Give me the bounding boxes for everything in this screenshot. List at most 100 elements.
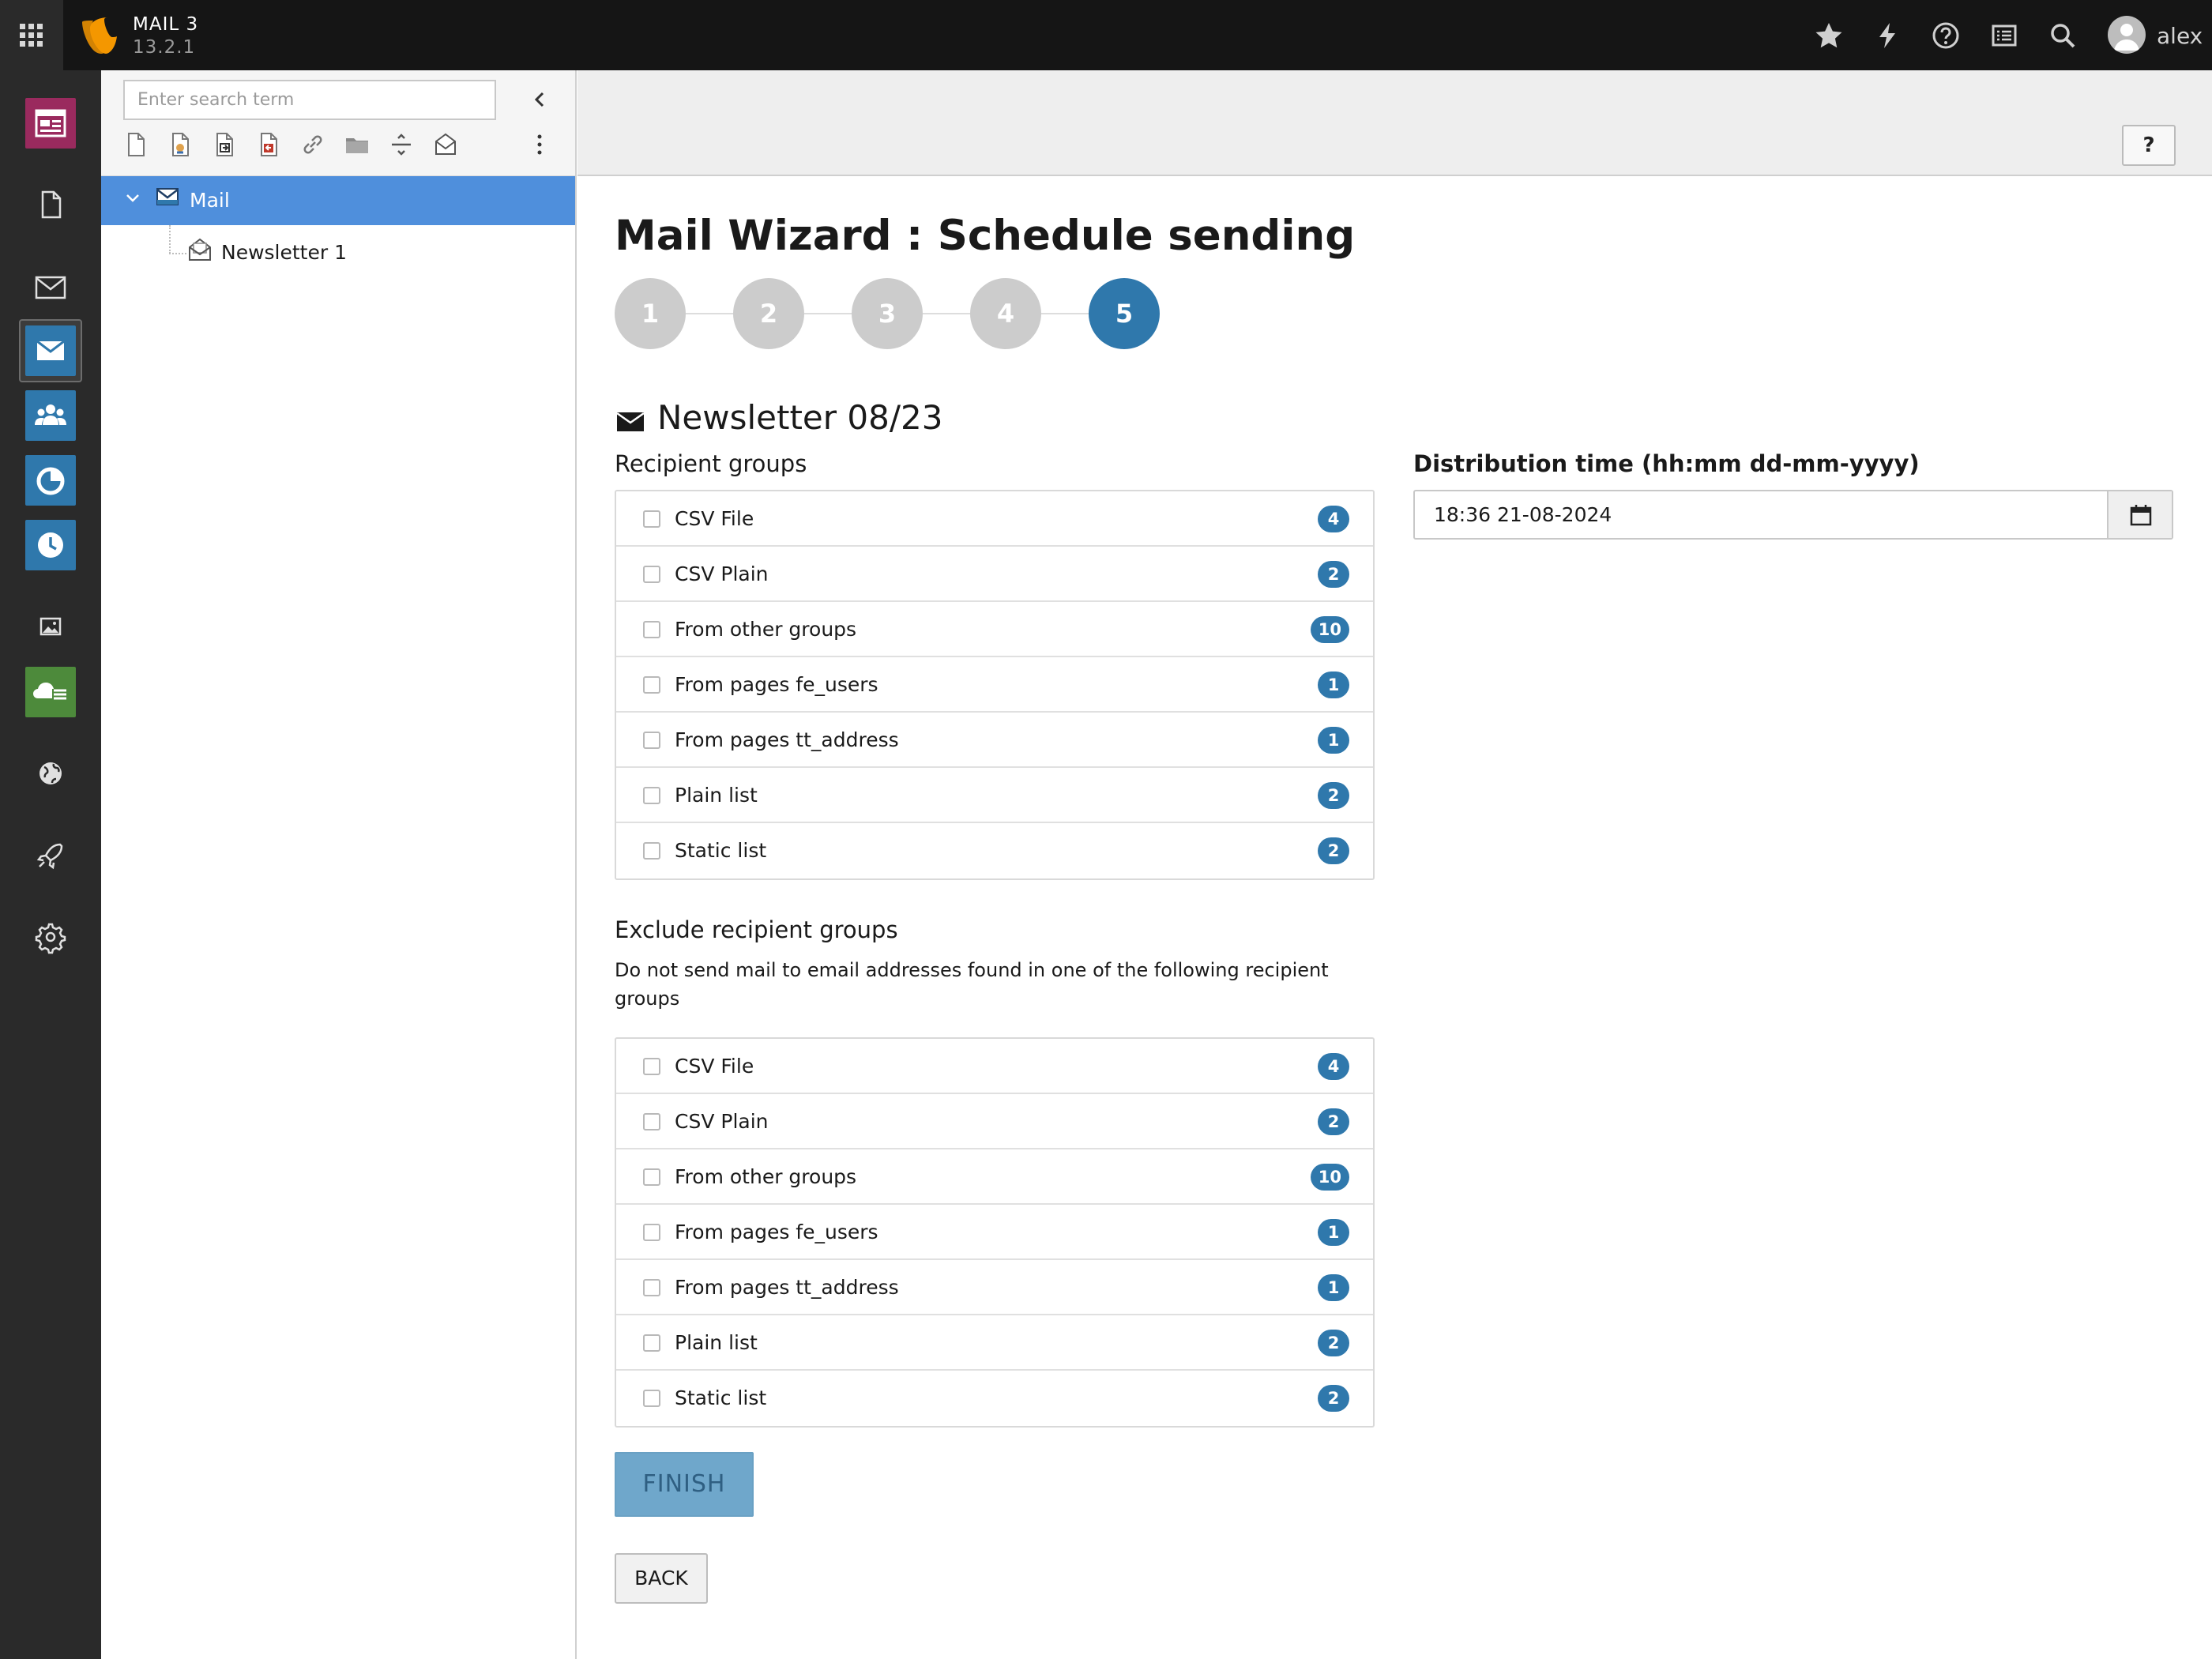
list-item[interactable]: From pages tt_address 1	[616, 1260, 1373, 1315]
wizard-step-3[interactable]: 3	[852, 278, 923, 349]
mail-page-icon[interactable]	[431, 130, 460, 159]
module-extensions[interactable]	[25, 830, 76, 881]
distribution-time-label: Distribution time (hh:mm dd-mm-yyyy)	[1413, 450, 1920, 477]
more-options-icon[interactable]	[528, 130, 551, 159]
app-version: 13.2.1	[133, 37, 196, 58]
module-scheduler[interactable]	[25, 667, 76, 717]
module-users[interactable]	[25, 390, 76, 441]
tree-node-newsletter-1[interactable]: Newsletter 1	[101, 225, 575, 274]
list-item[interactable]: From other groups 10	[616, 602, 1373, 657]
checkbox[interactable]	[643, 1279, 660, 1296]
new-external-icon[interactable]	[254, 130, 283, 159]
module-settings[interactable]	[25, 912, 76, 962]
list-item[interactable]: CSV Plain 2	[616, 547, 1373, 602]
pie-chart-icon	[36, 467, 65, 495]
datepicker-button[interactable]	[2107, 491, 2172, 538]
count-badge: 10	[1310, 1164, 1349, 1191]
checkbox[interactable]	[643, 566, 660, 583]
list-item[interactable]: From pages fe_users 1	[616, 1205, 1373, 1260]
list-item[interactable]: From other groups 10	[616, 1149, 1373, 1205]
new-mount-icon[interactable]	[210, 130, 239, 159]
tree-node-mail[interactable]: Mail	[101, 176, 575, 225]
module-media[interactable]	[25, 601, 76, 652]
checkbox[interactable]	[643, 676, 660, 694]
count-badge: 2	[1318, 1330, 1349, 1356]
item-label: From pages tt_address	[675, 728, 899, 751]
list-item[interactable]: Static list 2	[616, 823, 1373, 878]
star-icon[interactable]	[1814, 21, 1844, 51]
checkbox[interactable]	[643, 842, 660, 860]
list-item[interactable]: Plain list 2	[616, 768, 1373, 823]
globe-icon	[40, 762, 62, 784]
calendar-icon	[2130, 505, 2152, 526]
distribution-time-input[interactable]	[1415, 491, 2109, 538]
search-icon[interactable]	[2048, 21, 2078, 51]
checkbox[interactable]	[643, 787, 660, 804]
module-mail[interactable]	[25, 325, 76, 376]
module-page[interactable]	[25, 179, 76, 230]
tree-search-input[interactable]	[123, 80, 496, 120]
mail-outline-icon	[35, 276, 66, 299]
list-item[interactable]: CSV File 4	[616, 491, 1373, 547]
typo3-logo-icon[interactable]	[81, 16, 117, 55]
list-item[interactable]: CSV File 4	[616, 1039, 1373, 1094]
web-layout-icon	[35, 109, 66, 137]
module-statistics[interactable]	[25, 455, 76, 506]
module-sidebar	[0, 70, 101, 1659]
module-web-layout[interactable]	[25, 98, 76, 149]
envelope-icon	[616, 412, 645, 431]
recipient-groups-list: CSV File 4 CSV Plain 2 From other groups 10…	[615, 490, 1375, 880]
count-badge: 2	[1318, 561, 1349, 588]
list-item[interactable]: CSV Plain 2	[616, 1094, 1373, 1149]
app-grid-button[interactable]	[0, 0, 63, 70]
item-label: CSV File	[675, 507, 754, 530]
user-icon	[2114, 24, 2139, 51]
wizard-step-1[interactable]: 1	[615, 278, 686, 349]
folder-icon[interactable]	[343, 130, 371, 159]
new-shortcut-icon[interactable]	[166, 130, 194, 159]
distribution-time-field	[1413, 490, 2173, 540]
list-icon[interactable]	[1989, 21, 2019, 51]
checkbox[interactable]	[643, 732, 660, 749]
wizard-step-2[interactable]: 2	[733, 278, 804, 349]
checkbox[interactable]	[643, 621, 660, 638]
exclude-groups-list: CSV File 4 CSV Plain 2 From other groups 10…	[615, 1037, 1375, 1428]
checkbox[interactable]	[643, 1058, 660, 1075]
checkbox[interactable]	[643, 1113, 660, 1130]
count-badge: 1	[1318, 727, 1349, 754]
help-circle-icon[interactable]	[1931, 21, 1961, 51]
module-queue[interactable]	[25, 520, 76, 570]
back-button[interactable]: BACK	[615, 1553, 708, 1604]
count-badge: 2	[1318, 1385, 1349, 1412]
checkbox[interactable]	[643, 1334, 660, 1352]
separator-icon[interactable]	[387, 130, 416, 159]
list-item[interactable]: From pages fe_users 1	[616, 657, 1373, 713]
link-icon[interactable]	[299, 130, 327, 159]
wizard-step-4[interactable]: 4	[970, 278, 1041, 349]
finish-button[interactable]: FINISH	[615, 1452, 754, 1517]
list-item[interactable]: Static list 2	[616, 1371, 1373, 1426]
item-label: From pages fe_users	[675, 1221, 878, 1243]
module-mail-outline[interactable]	[25, 261, 76, 312]
help-button[interactable]: ?	[2122, 125, 2176, 166]
item-label: Plain list	[675, 1331, 758, 1354]
chevron-down-icon[interactable]	[125, 190, 141, 206]
list-item[interactable]: From pages tt_address 1	[616, 713, 1373, 768]
module-sites[interactable]	[25, 748, 76, 799]
mail-folder-icon	[156, 188, 179, 205]
collapse-tree-icon[interactable]	[528, 88, 551, 111]
wizard-step-5[interactable]: 5	[1089, 278, 1160, 349]
lightning-icon[interactable]	[1872, 21, 1902, 51]
list-item[interactable]: Plain list 2	[616, 1315, 1373, 1371]
count-badge: 1	[1318, 1219, 1349, 1246]
checkbox[interactable]	[643, 510, 660, 528]
new-page-icon[interactable]	[122, 130, 150, 159]
tree-node-label: Newsletter 1	[221, 241, 347, 264]
count-badge: 2	[1318, 782, 1349, 809]
checkbox[interactable]	[643, 1168, 660, 1186]
checkbox[interactable]	[643, 1224, 660, 1241]
mail-icon	[36, 340, 65, 360]
exclude-groups-label: Exclude recipient groups	[615, 916, 898, 943]
tree-toolbar	[101, 70, 575, 176]
checkbox[interactable]	[643, 1390, 660, 1407]
